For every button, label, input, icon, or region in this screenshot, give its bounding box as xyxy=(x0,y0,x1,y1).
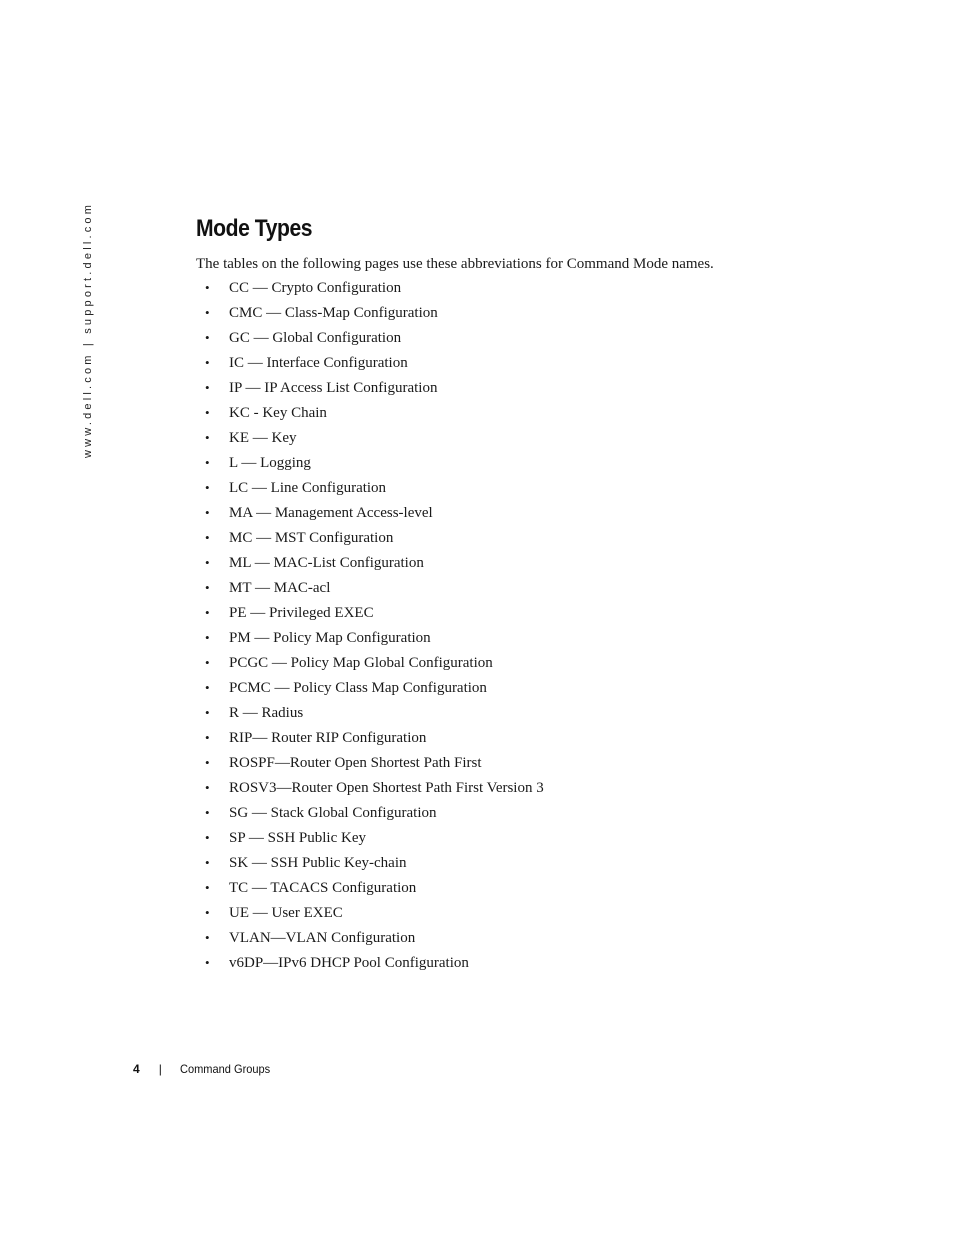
mode-text: ROSPF—Router Open Shortest Path First xyxy=(229,755,482,771)
list-item: • SP — SSH Public Key xyxy=(196,828,544,853)
mode-text: MT — MAC-acl xyxy=(229,580,331,596)
list-item: • ML — MAC-List Configuration xyxy=(196,553,544,578)
mode-text: CC — Crypto Configuration xyxy=(229,280,402,296)
list-item: • UE — User EXEC xyxy=(196,903,544,928)
list-item: • KE — Key xyxy=(196,428,544,453)
bullet-icon: • xyxy=(205,905,210,920)
list-item: • VLAN—VLAN Configuration xyxy=(196,928,544,953)
bullet-icon: • xyxy=(205,705,210,720)
mode-text: v6DP—IPv6 DHCP Pool Configuration xyxy=(229,955,469,971)
list-item: • RIP— Router RIP Configuration xyxy=(196,728,544,753)
list-item: • LC — Line Configuration xyxy=(196,478,544,503)
mode-text: IP — IP Access List Configuration xyxy=(229,380,438,396)
bullet-icon: • xyxy=(205,655,210,670)
sidebar-url: www.dell.com | support.dell.com xyxy=(82,201,94,458)
mode-text: PE — Privileged EXEC xyxy=(229,605,374,621)
bullet-icon: • xyxy=(205,955,210,970)
bullet-icon: • xyxy=(205,480,210,495)
list-item: • PCMC — Policy Class Map Configuration xyxy=(196,678,544,703)
mode-text: SP — SSH Public Key xyxy=(229,830,366,846)
bullet-icon: • xyxy=(205,330,210,345)
mode-text: L — Logging xyxy=(229,455,311,471)
list-item: • IC — Interface Configuration xyxy=(196,353,544,378)
mode-text: SK — SSH Public Key-chain xyxy=(229,855,407,871)
list-item: • MT — MAC-acl xyxy=(196,578,544,603)
list-item: • CC — Crypto Configuration xyxy=(196,278,544,303)
bullet-icon: • xyxy=(205,555,210,570)
mode-text: PCMC — Policy Class Map Configuration xyxy=(229,680,487,696)
bullet-icon: • xyxy=(205,730,210,745)
list-item: • SK — SSH Public Key-chain xyxy=(196,853,544,878)
mode-text: PCGC — Policy Map Global Configuration xyxy=(229,655,493,671)
mode-text: LC — Line Configuration xyxy=(229,480,387,496)
mode-text: KC - Key Chain xyxy=(229,405,327,421)
bullet-icon: • xyxy=(205,680,210,695)
mode-text: RIP— Router RIP Configuration xyxy=(229,730,427,746)
bullet-icon: • xyxy=(205,305,210,320)
bullet-icon: • xyxy=(205,605,210,620)
mode-types-list: • CC — Crypto Configuration • CMC — Class-M… xyxy=(196,278,544,978)
bullet-icon: • xyxy=(205,830,210,845)
mode-text: VLAN—VLAN Configuration xyxy=(229,930,416,946)
list-item: • ROSV3—Router Open Shortest Path First V… xyxy=(196,778,544,803)
mode-text: CMC — Class-Map Configuration xyxy=(229,305,438,321)
list-item: • TC — TACACS Configuration xyxy=(196,878,544,903)
list-item: • PM — Policy Map Configuration xyxy=(196,628,544,653)
mode-text: MC — MST Configuration xyxy=(229,530,394,546)
bullet-icon: • xyxy=(205,630,210,645)
bullet-icon: • xyxy=(205,580,210,595)
bullet-icon: • xyxy=(205,505,210,520)
bullet-icon: • xyxy=(205,805,210,820)
mode-text: IC — Interface Configuration xyxy=(229,355,408,371)
intro-paragraph: The tables on the following pages use th… xyxy=(196,256,714,272)
list-item: • SG — Stack Global Configuration xyxy=(196,803,544,828)
bullet-icon: • xyxy=(205,880,210,895)
page-title: Mode Types xyxy=(196,215,313,242)
footer-separator: | xyxy=(158,1062,162,1076)
bullet-icon: • xyxy=(205,755,210,770)
bullet-icon: • xyxy=(205,380,210,395)
mode-text: MA — Management Access-level xyxy=(229,505,433,521)
list-item: • ROSPF—Router Open Shortest Path First xyxy=(196,753,544,778)
list-item: • L — Logging xyxy=(196,453,544,478)
list-item: • CMC — Class-Map Configuration xyxy=(196,303,544,328)
mode-text: PM — Policy Map Configuration xyxy=(229,630,431,646)
page-number: 4 xyxy=(133,1062,140,1076)
bullet-icon: • xyxy=(205,355,210,370)
list-item: • PCGC — Policy Map Global Configuration xyxy=(196,653,544,678)
bullet-icon: • xyxy=(205,930,210,945)
list-item: • IP — IP Access List Configuration xyxy=(196,378,544,403)
mode-text: KE — Key xyxy=(229,430,297,446)
list-item: • GC — Global Configuration xyxy=(196,328,544,353)
bullet-icon: • xyxy=(205,855,210,870)
mode-text: ROSV3—Router Open Shortest Path First Ve… xyxy=(229,780,544,796)
page-footer: 4 | Command Groups xyxy=(133,1062,278,1076)
list-item: • KC - Key Chain xyxy=(196,403,544,428)
bullet-icon: • xyxy=(205,455,210,470)
mode-text: ML — MAC-List Configuration xyxy=(229,555,424,571)
list-item: • MA — Management Access-level xyxy=(196,503,544,528)
bullet-icon: • xyxy=(205,430,210,445)
bullet-icon: • xyxy=(205,280,210,295)
mode-text: TC — TACACS Configuration xyxy=(229,880,417,896)
list-item: • PE — Privileged EXEC xyxy=(196,603,544,628)
list-item: • v6DP—IPv6 DHCP Pool Configuration xyxy=(196,953,544,978)
list-item: • R — Radius xyxy=(196,703,544,728)
footer-section-title: Command Groups xyxy=(179,1062,271,1076)
mode-text: UE — User EXEC xyxy=(229,905,343,921)
bullet-icon: • xyxy=(205,530,210,545)
mode-text: SG — Stack Global Configuration xyxy=(229,805,437,821)
list-item: • MC — MST Configuration xyxy=(196,528,544,553)
bullet-icon: • xyxy=(205,405,210,420)
bullet-icon: • xyxy=(205,780,210,795)
mode-text: GC — Global Configuration xyxy=(229,330,402,346)
mode-text: R — Radius xyxy=(229,705,304,721)
